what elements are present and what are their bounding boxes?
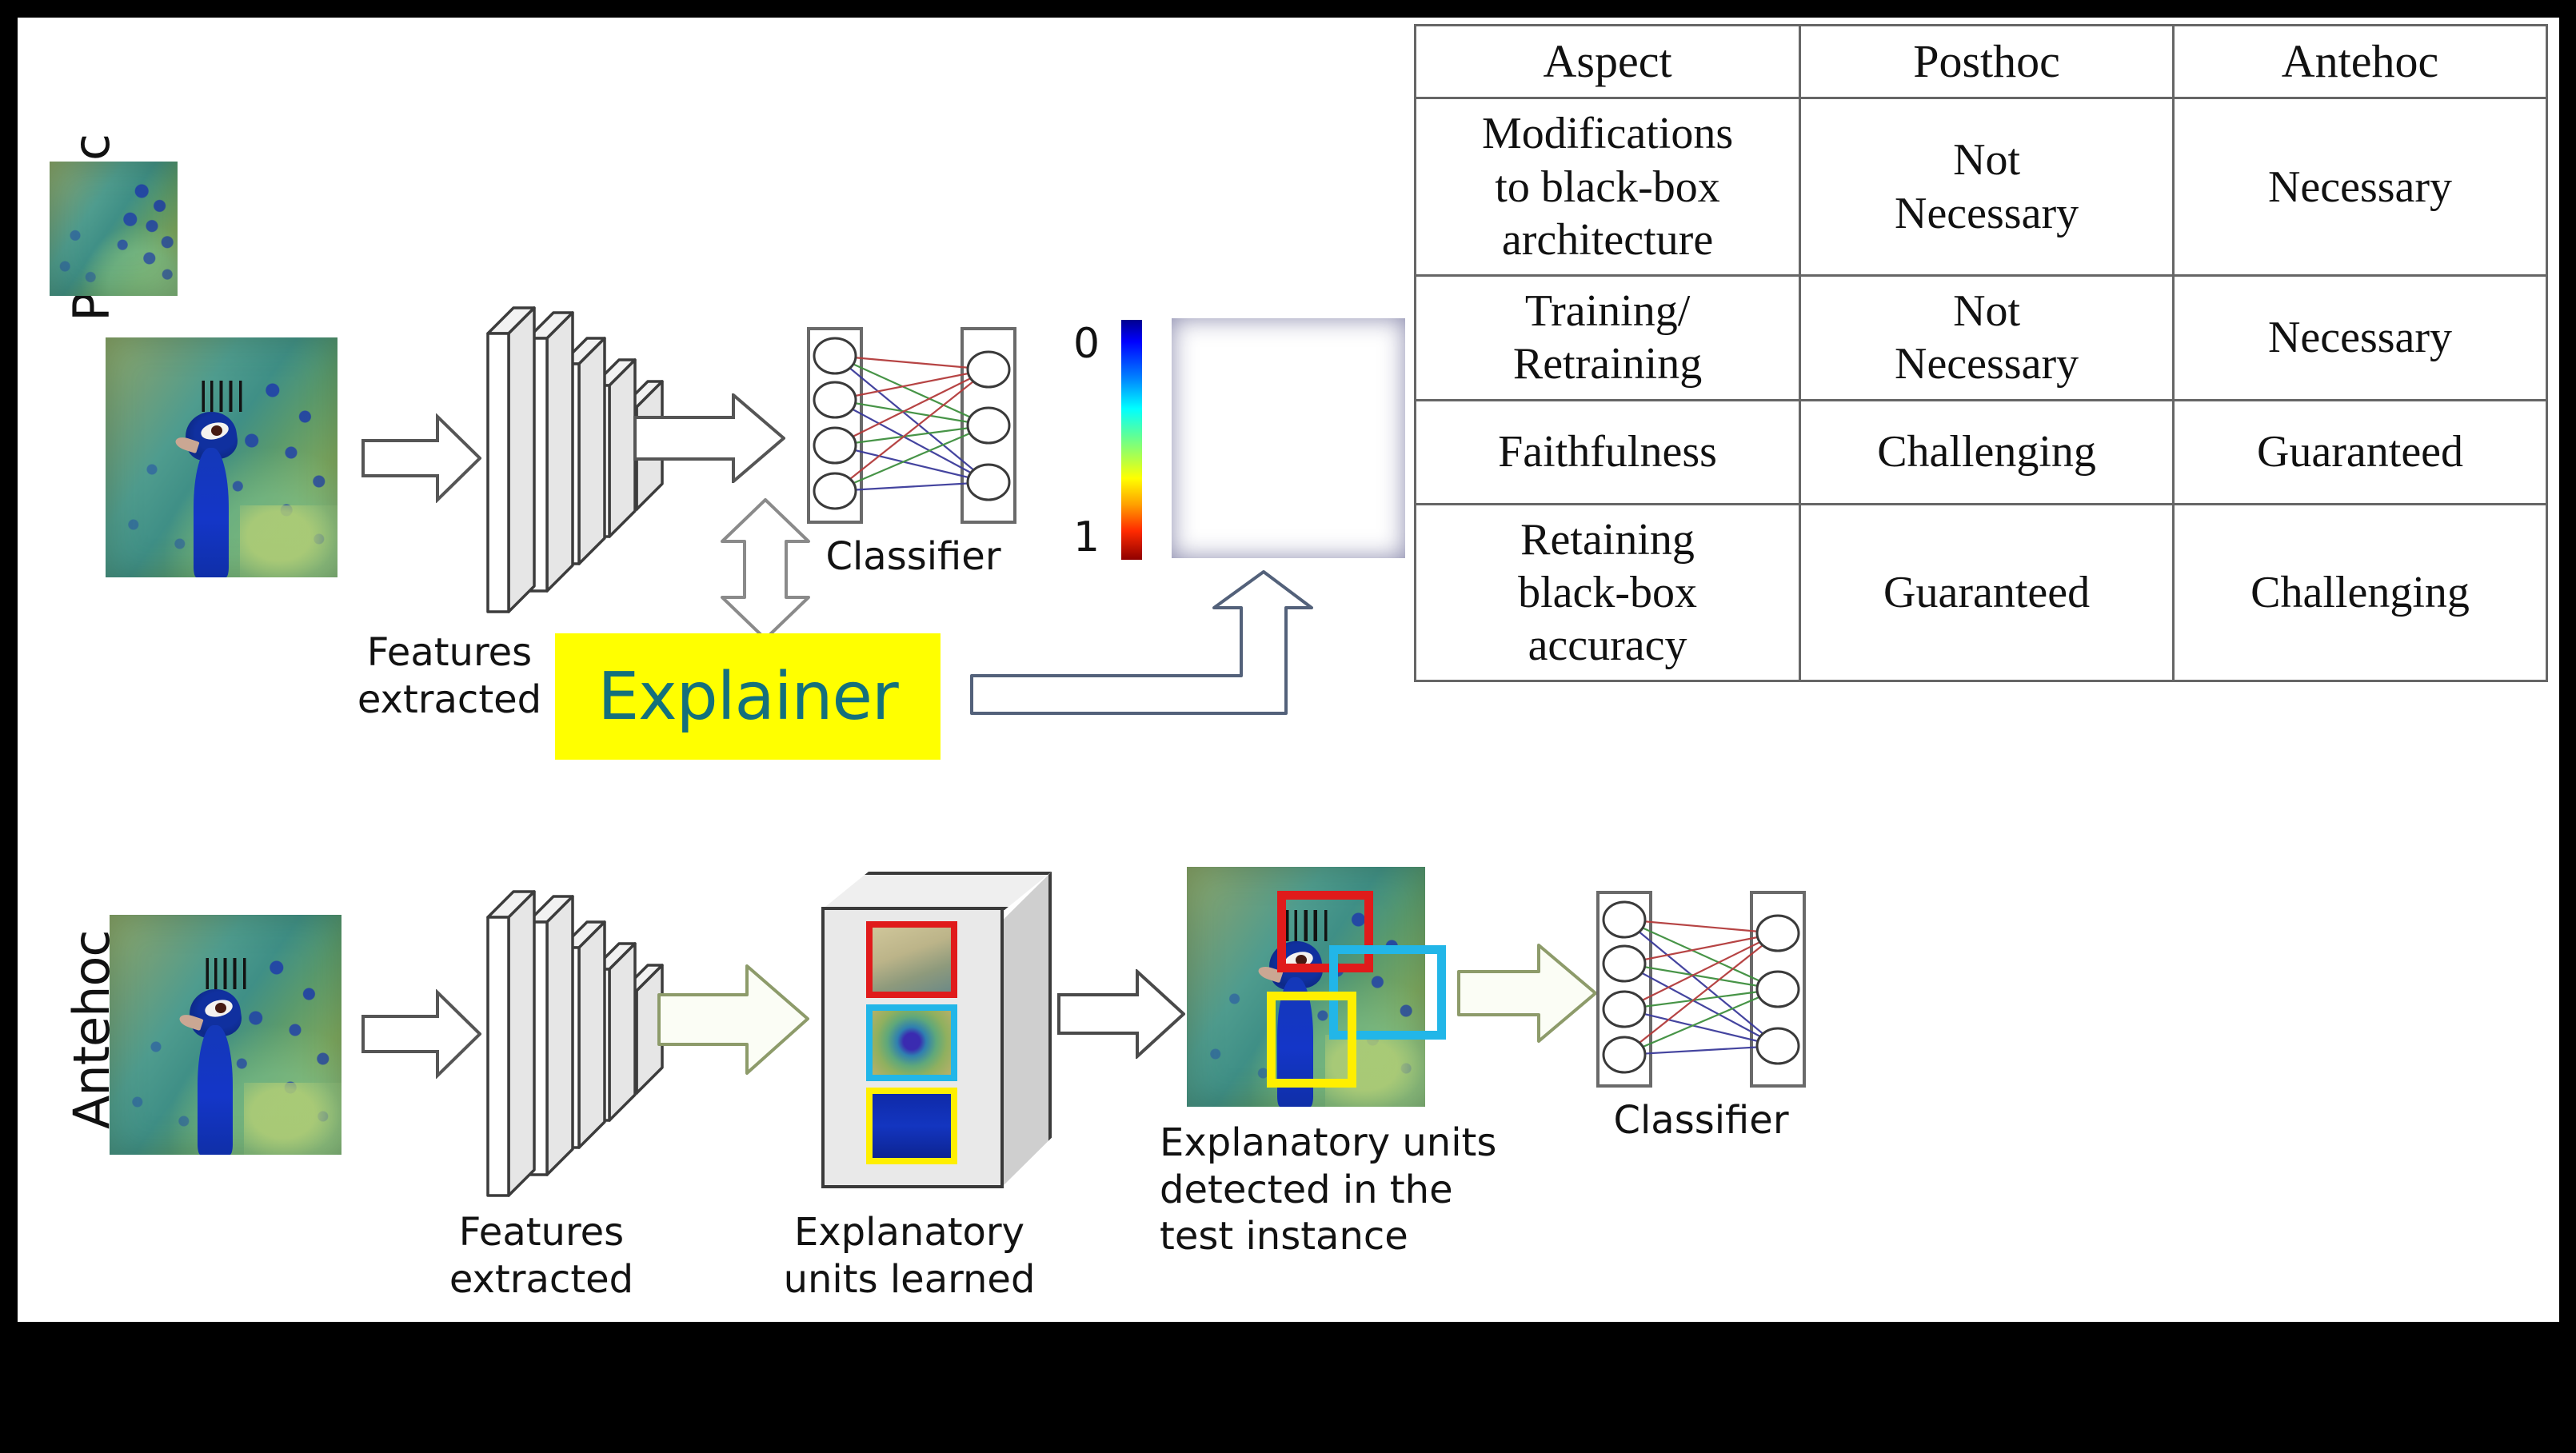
classifier-antehoc: [1595, 889, 1807, 1089]
table-cell-posthoc: Guaranteed: [1799, 502, 2175, 682]
table-header-posthoc: Posthoc: [1799, 23, 2175, 100]
explanatory-unit-patch-yellow: [866, 1088, 957, 1164]
posthoc-photo: [106, 337, 337, 577]
table-row: Training/Retraining Not Necessary Necessa…: [1413, 273, 2548, 401]
units-learned-line2: units learned: [783, 1256, 1036, 1302]
cube-top-face: [821, 872, 1052, 910]
explainer-label: Explainer: [597, 658, 898, 735]
table-header-antehoc: Antehoc: [2172, 23, 2548, 100]
table-cell-antehoc: Guaranteed: [2172, 398, 2548, 505]
table-row: Modifications to black-box architecture No…: [1413, 97, 2548, 277]
arrow-photo-to-cnn-antehoc: [361, 989, 481, 1079]
units-learned-caption: Explanatory units learned: [741, 1209, 1077, 1303]
table-row: Retaining black-box accuracy Guaranteed Ch…: [1413, 502, 2548, 682]
arrow-photo-to-cnn-posthoc: [361, 413, 481, 503]
units-detected-line1: Explanatory units: [1160, 1120, 1497, 1165]
figure-canvas: Posthoc: [18, 18, 2559, 1322]
explanatory-unit-patch-red: [866, 921, 957, 998]
table-cell-posthoc: Not Necessary: [1799, 97, 2175, 277]
comparison-table: Aspect Posthoc Antehoc Modifications to b…: [1413, 23, 2548, 682]
explanatory-unit-patch-cyan: [866, 1004, 957, 1081]
features-antehoc-line2: extracted: [449, 1256, 634, 1302]
posthoc-input-image: [50, 162, 178, 296]
table-cell-aspect: Modifications to black-box architecture: [1413, 97, 1802, 277]
cnn-stack-antehoc: [465, 885, 689, 1205]
arrow-units-to-test-instance: [1057, 969, 1185, 1059]
colorbar-label-min: 0: [1073, 320, 1100, 368]
detected-unit-box-yellow: [1267, 992, 1356, 1088]
table-row: Faithfulness Challenging Guaranteed: [1413, 398, 2548, 505]
classifier-posthoc: [805, 325, 1017, 525]
features-caption-line1: Features: [366, 630, 533, 675]
units-detected-caption: Explanatory units detected in the test i…: [1160, 1120, 1536, 1260]
explainer-box[interactable]: Explainer: [555, 633, 941, 760]
table-cell-aspect: Faithfulness: [1413, 398, 1802, 505]
table-header-row: Aspect Posthoc Antehoc: [1413, 23, 2548, 100]
arrow-cnn-to-units-antehoc: [657, 961, 809, 1077]
features-caption-posthoc: Features extracted: [337, 629, 561, 723]
table-cell-posthoc: Challenging: [1799, 398, 2175, 505]
table-header-aspect: Aspect: [1413, 23, 1802, 100]
classifier-label-antehoc: Classifier: [1613, 1098, 1789, 1143]
explanatory-units-cube: [821, 872, 1055, 1192]
table-cell-aspect: Retaining black-box accuracy: [1413, 502, 1802, 682]
units-detected-line3: test instance: [1160, 1214, 1408, 1259]
arrow-test-instance-to-classifier: [1457, 941, 1597, 1045]
table-cell-aspect: Training/Retraining: [1413, 273, 1802, 401]
saliency-heatmap-image: [1172, 318, 1405, 558]
antehoc-photo: [110, 915, 341, 1155]
colorbar: [1121, 320, 1142, 560]
table-cell-antehoc: Necessary: [2172, 97, 2548, 277]
features-caption-line2: extracted: [357, 677, 542, 722]
table-cell-antehoc: Challenging: [2172, 502, 2548, 682]
features-antehoc-line1: Features: [458, 1210, 625, 1255]
table-cell-posthoc: Not Necessary: [1799, 273, 2175, 401]
arrow-cnn-to-classifier-posthoc: [633, 393, 785, 483]
units-learned-line1: Explanatory: [793, 1210, 1025, 1255]
arrow-classifier-explainer-bidirectional: [717, 497, 813, 641]
features-caption-antehoc: Features extracted: [409, 1209, 673, 1303]
table-cell-antehoc: Necessary: [2172, 273, 2548, 401]
colorbar-label-max: 1: [1073, 513, 1100, 561]
arrow-explainer-to-heatmap: [969, 569, 1313, 741]
units-detected-line2: detected in the: [1160, 1167, 1453, 1212]
cube-right-face: [1000, 872, 1052, 1188]
